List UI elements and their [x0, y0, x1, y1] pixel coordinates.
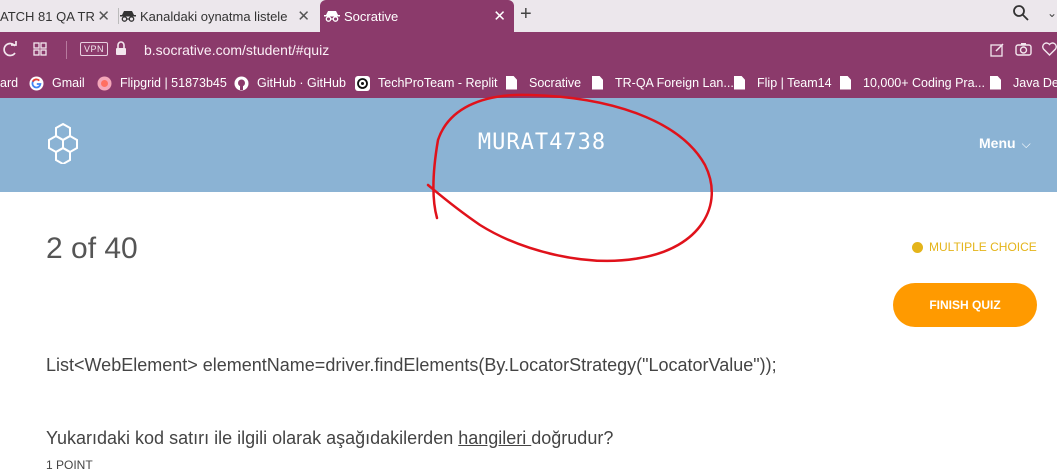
- question-type-badge: MULTIPLE CHOICE: [912, 240, 1037, 254]
- page-icon: [734, 75, 749, 91]
- bookmarks-bar: ard Gmail Flipgrid | 51873b45 GitHub · G…: [0, 68, 1057, 98]
- tab-socrative[interactable]: Socrative ✕: [320, 0, 514, 32]
- close-icon[interactable]: ✕: [493, 7, 506, 25]
- address-bar: VPN b.socrative.com/student/#quiz: [0, 32, 1057, 68]
- app-header: MURAT4738 Menu ⌵: [0, 98, 1057, 192]
- menu-label: Menu: [979, 135, 1016, 151]
- tab-title: Kanaldaki oynatma listeleri: [140, 8, 288, 24]
- reload-icon[interactable]: [2, 40, 18, 63]
- close-icon[interactable]: ✕: [297, 7, 310, 25]
- camera-icon[interactable]: [1015, 42, 1032, 61]
- bookmark-github[interactable]: GitHub · GitHub: [234, 68, 346, 98]
- chevron-down-icon[interactable]: ⌄: [1047, 6, 1057, 20]
- question-points: 1 POINT: [46, 458, 93, 472]
- question-text-underlined: hangileri: [458, 428, 532, 448]
- tab-title: ATCH 81 QA TR: [0, 8, 95, 24]
- url-field[interactable]: b.socrative.com/student/#quiz: [144, 42, 329, 58]
- question-progress: 2 of 40: [46, 232, 138, 265]
- bookmark-coding-practice[interactable]: 10,000+ Coding Pra...: [840, 68, 985, 98]
- room-name: MURAT4738: [477, 130, 607, 155]
- tab-kanaldaki[interactable]: Kanaldaki oynatma listeleri ✕: [120, 0, 318, 32]
- bookmark-flipgrid[interactable]: Flipgrid | 51873b45: [97, 68, 227, 98]
- question-type-label: MULTIPLE CHOICE: [929, 240, 1037, 254]
- bookmark-label: TechProTeam - Replit: [378, 76, 498, 90]
- bookmark-label: 10,000+ Coding Pra...: [863, 76, 985, 90]
- tab-title: Socrative: [344, 8, 399, 24]
- bookmark-java-dev[interactable]: Java Dev: [990, 68, 1057, 98]
- bookmark-label: Flipgrid | 51873b45: [120, 76, 227, 90]
- bookmark-label: TR-QA Foreign Lan...: [615, 76, 734, 90]
- google-icon: [29, 76, 44, 91]
- question-text: Yukarıdaki kod satırı ile ilgili olarak …: [46, 428, 613, 449]
- bookmark-tr-qa[interactable]: TR-QA Foreign Lan...: [592, 68, 734, 98]
- bookmark-label: Java Dev: [1013, 76, 1057, 90]
- menu-button[interactable]: Menu ⌵: [979, 135, 1031, 152]
- incognito-icon: [324, 10, 340, 22]
- snapshot-edit-icon[interactable]: [990, 42, 1005, 62]
- flipgrid-icon: [97, 76, 112, 91]
- bookmark-label: Flip | Team14: [757, 76, 832, 90]
- chevron-down-icon: ⌵: [1021, 137, 1031, 151]
- question-text-after: doğrudur?: [531, 428, 614, 448]
- bookmark-socrative[interactable]: Socrative: [506, 68, 581, 98]
- incognito-icon: [120, 10, 136, 22]
- finish-quiz-button[interactable]: FINISH QUIZ: [893, 283, 1037, 327]
- new-tab-icon[interactable]: +: [520, 3, 532, 26]
- address-divider: [66, 41, 67, 59]
- close-icon[interactable]: ✕: [97, 7, 110, 25]
- tab-atch-qa[interactable]: ATCH 81 QA TR ✕: [0, 0, 118, 32]
- question-text-before: Yukarıdaki kod satırı ile ilgili olarak …: [46, 428, 459, 448]
- bookmark-gmail[interactable]: Gmail: [29, 68, 85, 98]
- status-dot-icon: [912, 241, 923, 253]
- page-icon: [592, 75, 607, 91]
- bookmark-replit[interactable]: TechProTeam - Replit: [355, 68, 498, 98]
- lock-icon[interactable]: [115, 41, 127, 61]
- bookmark-label: Gmail: [52, 76, 85, 90]
- bookmark-label: Socrative: [529, 76, 582, 90]
- page-icon: [506, 75, 521, 91]
- github-icon: [234, 76, 249, 91]
- page-icon: [840, 75, 855, 91]
- bookmark-label: GitHub · GitHub: [257, 76, 346, 90]
- bookmark-label: ard: [0, 76, 19, 90]
- search-icon[interactable]: [1012, 4, 1030, 27]
- replit-icon: [355, 75, 370, 91]
- speed-dial-icon[interactable]: [33, 42, 47, 61]
- bookmark-item[interactable]: ard: [0, 68, 18, 98]
- heart-icon[interactable]: [1042, 42, 1057, 61]
- bookmark-flip-team[interactable]: Flip | Team14: [734, 68, 832, 98]
- tab-strip: ATCH 81 QA TR ✕ Kanaldaki oynatma listel…: [0, 0, 1057, 32]
- tab-separator: [118, 8, 119, 24]
- vpn-badge[interactable]: VPN: [80, 42, 109, 56]
- question-code-line: List<WebElement> elementName=driver.find…: [46, 355, 777, 375]
- page-icon: [990, 75, 1005, 91]
